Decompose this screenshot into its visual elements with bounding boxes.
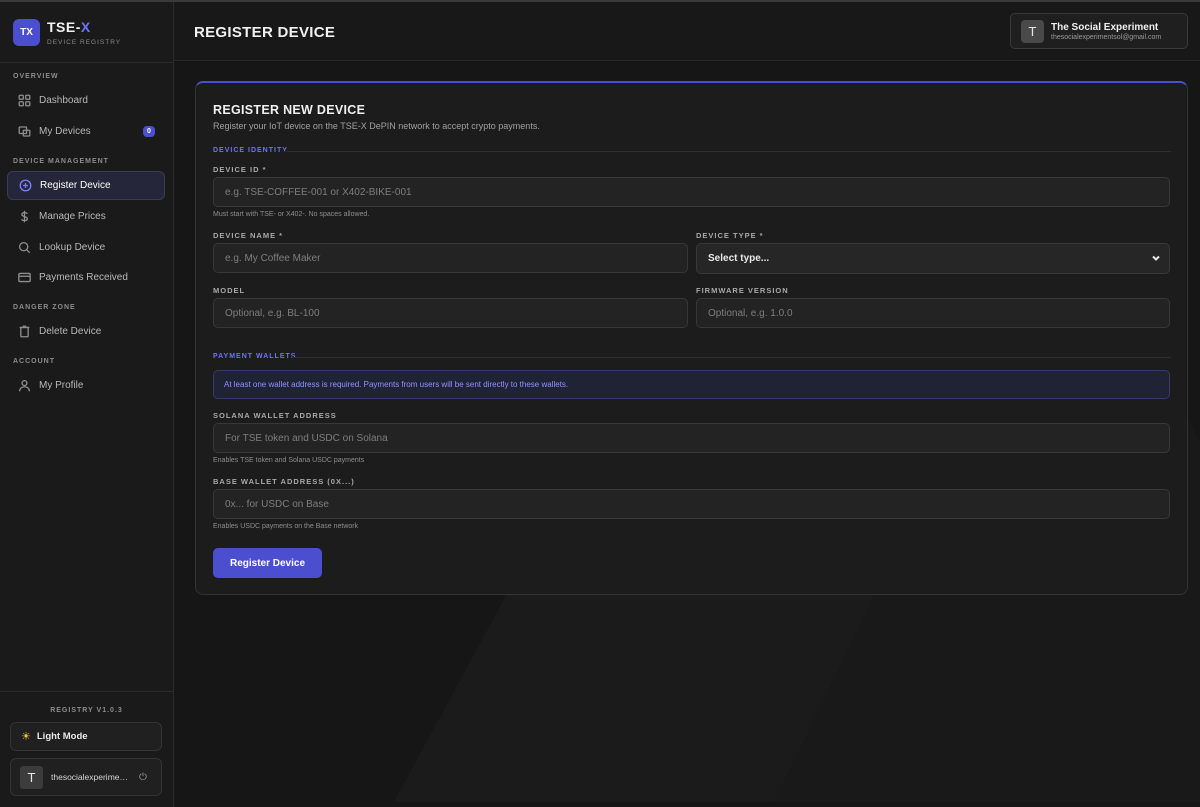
sidebar-user-card[interactable]: T thesocialexperimentsol@gmail.com ⏻ — [10, 758, 162, 796]
model-input[interactable]: Optional, e.g. BL-100 — [213, 298, 688, 328]
light-mode-label: Light Mode — [36, 731, 88, 742]
base-wallet-label: BASE WALLET ADDRESS (0X...) — [213, 477, 355, 486]
header-user-menu[interactable]: T The Social Experiment thesocialexperim… — [1010, 13, 1188, 49]
sidebar-item-delete-device[interactable]: Delete Device — [7, 317, 165, 346]
register-device-button[interactable]: Register Device — [213, 548, 322, 578]
section-label-device-management: DEVICE MANAGEMENT — [13, 158, 109, 165]
sidebar-item-label: Register Device — [40, 180, 111, 191]
plus-circle-icon — [18, 179, 32, 193]
form-title: REGISTER NEW DEVICE — [213, 103, 366, 117]
device-type-select[interactable]: Select type... — [696, 243, 1170, 274]
solana-wallet-hint: Enables TSE token and Solana USDC paymen… — [213, 457, 365, 464]
sidebar-item-my-devices[interactable]: My Devices 0 — [7, 117, 165, 146]
avatar: T — [20, 765, 43, 789]
page-title: REGISTER DEVICE — [194, 24, 336, 41]
grid-icon — [17, 94, 31, 108]
devices-icon — [17, 125, 31, 139]
brand[interactable]: TX TSE-X DEVICE REGISTRY — [13, 19, 121, 46]
light-mode-toggle[interactable]: ☀ Light Mode — [10, 722, 162, 751]
sidebar-item-label: Lookup Device — [39, 242, 106, 253]
sidebar-item-label: Dashboard — [39, 95, 88, 106]
form-subtitle: Register your IoT device on the TSE-X De… — [213, 121, 540, 131]
sidebar-item-lookup-device[interactable]: Lookup Device — [7, 233, 165, 262]
sidebar-item-manage-prices[interactable]: Manage Prices — [7, 202, 165, 231]
solana-wallet-label: SOLANA WALLET ADDRESS — [213, 411, 337, 420]
device-id-label: DEVICE ID * — [213, 165, 267, 174]
section-label-account: ACCOUNT — [13, 358, 55, 365]
avatar: T — [1021, 19, 1044, 43]
header-user-email: thesocialexperimentsol@gmail.com — [1051, 33, 1162, 41]
brand-name: TSE-X — [47, 18, 91, 35]
dollar-icon — [17, 210, 31, 224]
device-id-input[interactable]: e.g. TSE-COFFEE-001 or X402-BIKE-001 — [213, 177, 1170, 207]
device-count-badge: 0 — [143, 126, 155, 137]
sidebar-item-label: Payments Received — [39, 272, 128, 283]
user-icon — [17, 379, 31, 393]
device-id-hint: Must start with TSE- or X402-. No spaces… — [213, 211, 370, 218]
group-label-wallets: PAYMENT WALLETS — [213, 353, 297, 360]
sidebar-item-label: My Devices — [39, 126, 91, 137]
device-name-input[interactable]: e.g. My Coffee Maker — [213, 243, 688, 273]
sun-icon: ☀ — [21, 731, 31, 743]
sidebar-item-dashboard[interactable]: Dashboard — [7, 86, 165, 115]
wallet-notice: At least one wallet address is required.… — [213, 370, 1170, 399]
device-type-value: Select type... — [708, 253, 770, 264]
card-icon — [17, 271, 31, 285]
sidebar-item-my-profile[interactable]: My Profile — [7, 371, 165, 400]
divider — [292, 357, 1171, 358]
sidebar-item-label: My Profile — [39, 380, 84, 391]
solana-wallet-input[interactable]: For TSE token and USDC on Solana — [213, 423, 1170, 453]
divider — [0, 691, 173, 692]
sidebar-item-label: Manage Prices — [39, 211, 106, 222]
brand-logo: TX — [13, 19, 40, 46]
register-device-form: REGISTER NEW DEVICE Register your IoT de… — [195, 81, 1188, 595]
base-wallet-hint: Enables USDC payments on the Base networ… — [213, 523, 359, 530]
version-label: REGISTRY V1.0.3 — [50, 707, 123, 714]
logout-icon[interactable]: ⏻ — [139, 772, 147, 783]
model-label: MODEL — [213, 286, 246, 295]
sidebar-item-payments-received[interactable]: Payments Received — [7, 263, 165, 292]
section-label-danger-zone: DANGER ZONE — [13, 304, 76, 311]
sidebar-user-name: thesocialexperimentsol@gmail.com — [51, 772, 131, 782]
group-label-identity: DEVICE IDENTITY — [213, 147, 288, 154]
base-wallet-input[interactable]: 0x... for USDC on Base — [213, 489, 1170, 519]
window-top-border — [0, 0, 1200, 2]
device-type-label: DEVICE TYPE * — [696, 231, 764, 240]
brand-subtitle: DEVICE REGISTRY — [47, 38, 122, 46]
search-icon — [17, 241, 31, 255]
divider — [0, 62, 173, 63]
section-label-overview: OVERVIEW — [13, 73, 59, 80]
header-user-name: The Social Experiment — [1051, 21, 1159, 33]
sidebar-item-label: Delete Device — [39, 326, 102, 337]
sidebar-item-register-device[interactable]: Register Device — [7, 171, 165, 200]
trash-icon — [17, 325, 31, 339]
device-name-label: DEVICE NAME * — [213, 231, 284, 240]
chevron-down-icon — [1151, 253, 1161, 263]
sidebar: TX TSE-X DEVICE REGISTRY OVERVIEW Dashbo… — [0, 0, 174, 807]
divider — [284, 151, 1171, 152]
firmware-input[interactable]: Optional, e.g. 1.0.0 — [696, 298, 1170, 328]
top-header: REGISTER DEVICE T The Social Experiment … — [174, 2, 1200, 61]
firmware-label: FIRMWARE VERSION — [696, 286, 789, 295]
